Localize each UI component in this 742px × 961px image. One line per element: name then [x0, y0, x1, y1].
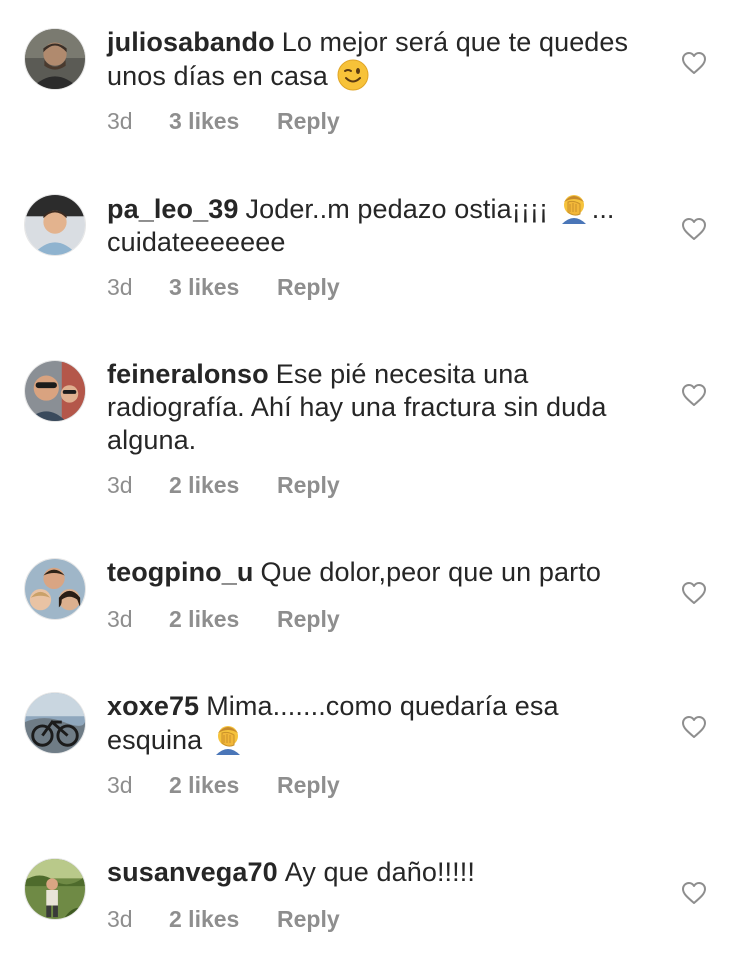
comment-meta: 3d 2 likes Reply [107, 770, 340, 800]
comment-body: Joder..m pedazo ostia¡¡¡¡ [245, 194, 549, 224]
heart-outline-icon[interactable] [681, 881, 707, 905]
face-palm-emoji [558, 192, 590, 224]
comment-time: 3d [107, 471, 133, 498]
comment-likes[interactable]: 3 likes [169, 108, 277, 135]
avatar[interactable] [24, 692, 86, 754]
comment-username[interactable]: susanvega70 [107, 857, 278, 887]
reply-button[interactable]: Reply [277, 606, 340, 633]
avatar[interactable] [24, 194, 86, 256]
comment-body: Ay que daño!!!!! [284, 857, 475, 887]
comment-meta: 3d 3 likes Reply [107, 272, 340, 302]
heart-outline-icon[interactable] [681, 383, 707, 407]
comment-username[interactable]: feineralonso [107, 359, 269, 389]
avatar[interactable] [24, 858, 86, 920]
comment-meta: 3d 2 likes Reply [107, 470, 340, 500]
comment-body: Que dolor,peor que un parto [260, 557, 601, 587]
comment-time: 3d [107, 273, 133, 300]
comment-likes[interactable]: 2 likes [169, 606, 277, 633]
avatar[interactable] [24, 360, 86, 422]
heart-outline-icon[interactable] [681, 51, 707, 75]
comment-meta: 3d 3 likes Reply [107, 106, 340, 136]
avatar[interactable] [24, 558, 86, 620]
comment-text: teogpino_u Que dolor,peor que un parto [107, 556, 652, 589]
comment-username[interactable]: teogpino_u [107, 557, 253, 587]
comment-likes[interactable]: 2 likes [169, 906, 277, 933]
comment-text: pa_leo_39 Joder..m pedazo ostia¡¡¡¡ ... c… [107, 192, 652, 259]
comment-likes[interactable]: 3 likes [169, 274, 277, 301]
comment-likes[interactable]: 2 likes [169, 472, 277, 499]
comment-username[interactable]: xoxe75 [107, 691, 199, 721]
face-palm-emoji [212, 723, 244, 755]
comment-username[interactable]: pa_leo_39 [107, 194, 238, 224]
comment-meta: 3d 2 likes Reply [107, 904, 340, 934]
comment-text: susanvega70 Ay que daño!!!!! [107, 856, 652, 889]
reply-button[interactable]: Reply [277, 906, 340, 933]
reply-button[interactable]: Reply [277, 274, 340, 301]
comment-time: 3d [107, 771, 133, 798]
comment-text: juliosabando Lo mejor será que te quedes … [107, 26, 652, 93]
comment-time: 3d [107, 107, 133, 134]
comment-time: 3d [107, 905, 133, 932]
heart-outline-icon[interactable] [681, 715, 707, 739]
comment-text: xoxe75 Mima.......como quedaría esa esqui… [107, 690, 652, 757]
reply-button[interactable]: Reply [277, 108, 340, 135]
comment-meta: 3d 2 likes Reply [107, 604, 340, 634]
avatar[interactable] [24, 28, 86, 90]
reply-button[interactable]: Reply [277, 772, 340, 799]
reply-button[interactable]: Reply [277, 472, 340, 499]
comment-time: 3d [107, 605, 133, 632]
comment-username[interactable]: juliosabando [107, 27, 275, 57]
heart-outline-icon[interactable] [681, 217, 707, 241]
comment-text: feineralonso Ese pié necesita una radiogr… [107, 358, 652, 457]
comment-likes[interactable]: 2 likes [169, 772, 277, 799]
heart-outline-icon[interactable] [681, 581, 707, 605]
winking-face-emoji [337, 59, 369, 91]
